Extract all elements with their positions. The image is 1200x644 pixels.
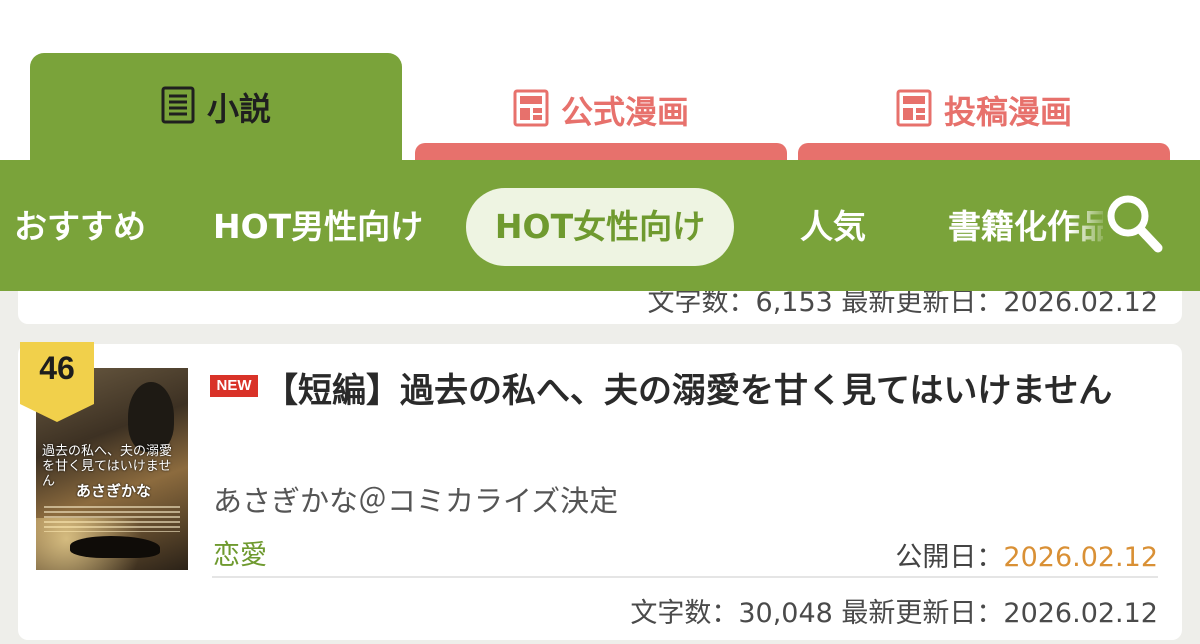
manga-icon bbox=[896, 89, 932, 131]
tab-official-manga[interactable]: 公式漫画 bbox=[415, 80, 787, 140]
manga-icon bbox=[513, 89, 549, 131]
entry-divider bbox=[212, 576, 1158, 578]
published-label: 公開日： bbox=[895, 542, 1004, 573]
rank-number: 46 bbox=[39, 350, 75, 386]
cover-author: あさぎかな bbox=[76, 482, 152, 500]
entry-author[interactable]: あさぎかな＠コミカライズ決定 bbox=[213, 478, 618, 520]
nav-hot-male[interactable]: HOT男性向け bbox=[213, 188, 423, 266]
rank-badge: 46 bbox=[20, 342, 94, 422]
document-icon bbox=[161, 86, 195, 128]
tab-official-manga-label: 公式漫画 bbox=[560, 93, 689, 131]
ranking-nav-bar: おすすめ HOT男性向け HOT女性向け 人気 書籍化作品 bbox=[0, 160, 1200, 291]
cover-figure bbox=[128, 382, 174, 452]
tab-novel[interactable]: 小説 bbox=[30, 53, 402, 160]
entry-genre[interactable]: 恋愛 bbox=[213, 533, 267, 572]
nav-hot-female[interactable]: HOT女性向け bbox=[466, 188, 734, 266]
nav-popular[interactable]: 人気 bbox=[800, 188, 866, 266]
entry-stats: 文字数：30,048 最新更新日：2026.02.12 bbox=[630, 598, 1158, 629]
tab-novel-label: 小説 bbox=[206, 89, 271, 128]
tab-posted-manga-label: 投稿漫画 bbox=[943, 93, 1072, 131]
cover-cat-silhouette bbox=[70, 536, 160, 558]
entry-title[interactable]: 【短編】過去の私へ、夫の溺愛を甘く見てはいけません bbox=[212, 366, 1142, 416]
search-icon bbox=[1104, 195, 1164, 260]
tab-posted-manga[interactable]: 投稿漫画 bbox=[798, 80, 1170, 140]
published-date: 公開日：2026.02.12 bbox=[895, 535, 1158, 574]
nav-recommended[interactable]: おすすめ bbox=[14, 188, 146, 266]
search-button[interactable] bbox=[1104, 190, 1164, 256]
published-date-value: 2026.02.12 bbox=[1003, 542, 1158, 573]
